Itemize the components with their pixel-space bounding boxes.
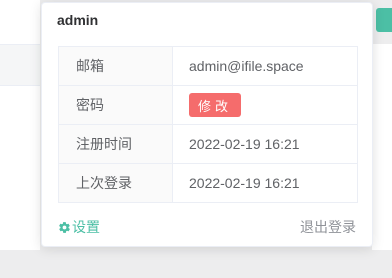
background-panel-left	[0, 0, 40, 250]
background-panel-right	[372, 44, 392, 250]
table-row-register-time: 注册时间 2022-02-19 16:21	[59, 125, 357, 164]
background-header-strip	[0, 44, 40, 86]
settings-label: 设置	[72, 219, 100, 235]
register-time-value: 2022-02-19 16:21	[189, 136, 300, 152]
settings-link[interactable]: 设置	[58, 217, 100, 237]
register-time-label: 注册时间	[59, 125, 173, 163]
popover-title: admin	[57, 12, 99, 28]
table-row-last-login: 上次登录 2022-02-19 16:21	[59, 164, 357, 202]
table-row-password: 密码 修改	[59, 86, 357, 125]
gear-icon	[58, 221, 71, 234]
background-action-button[interactable]	[376, 8, 392, 32]
table-row-email: 邮箱 admin@ifile.space	[59, 47, 357, 86]
last-login-value: 2022-02-19 16:21	[189, 175, 300, 191]
modify-password-button[interactable]: 修改	[189, 93, 242, 117]
logout-link[interactable]: 退出登录	[300, 217, 356, 237]
last-login-label: 上次登录	[59, 164, 173, 202]
popover-footer: 设置 退出登录	[58, 217, 356, 237]
email-label: 邮箱	[59, 47, 173, 85]
email-value: admin@ifile.space	[189, 58, 304, 74]
password-value-cell: 修改	[173, 86, 357, 124]
user-info-popover: admin 邮箱 admin@ifile.space 密码 修改 注册时间 20…	[41, 2, 373, 247]
password-label: 密码	[59, 86, 173, 124]
user-info-table: 邮箱 admin@ifile.space 密码 修改 注册时间 2022-02-…	[58, 46, 358, 203]
